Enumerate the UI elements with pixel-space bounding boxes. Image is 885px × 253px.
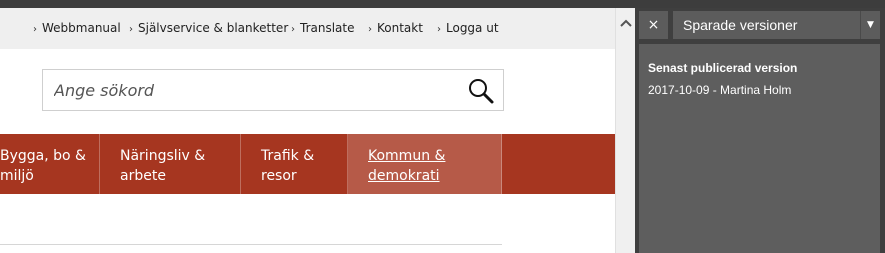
chevron-up-icon	[620, 19, 632, 27]
chevron-right-icon: ›	[437, 24, 441, 35]
close-button[interactable]: ×	[639, 11, 668, 39]
version-info-title: Senast publicerad version	[648, 61, 798, 75]
top-strip	[0, 0, 885, 8]
chevron-right-icon: ›	[368, 24, 372, 35]
content-divider	[0, 244, 502, 245]
main-nav-label: Näringsliv & arbete	[120, 148, 206, 184]
chevron-right-icon: ›	[291, 24, 295, 35]
main-nav-label: Bygga, bo & miljö	[0, 148, 86, 184]
main-nav-item-kommun[interactable]: Kommun & demokrati	[348, 134, 502, 194]
nav-link-label: Självservice & blanketter	[138, 21, 289, 35]
main-nav: Bygga, bo & miljö Näringsliv & arbete Tr…	[0, 134, 615, 194]
version-info-detail: 2017-10-09 - Martina Holm	[648, 83, 792, 97]
scroll-up-button[interactable]	[616, 8, 636, 36]
nav-link-sjalvservice[interactable]: › Självservice & blanketter	[129, 21, 288, 35]
nav-link-kontakt[interactable]: › Kontakt	[368, 21, 423, 35]
search-input[interactable]	[43, 70, 463, 110]
search-icon[interactable]	[467, 77, 495, 105]
versions-panel: × Sparade versioner ▼ Senast publicerad …	[635, 8, 885, 253]
main-nav-item-trafik[interactable]: Trafik & resor	[241, 134, 348, 194]
chevron-down-icon: ▼	[860, 11, 880, 39]
versions-select-value: Sparade versioner	[683, 17, 798, 33]
nav-link-translate[interactable]: › Translate	[291, 21, 355, 35]
nav-link-label: Logga ut	[446, 21, 499, 35]
nav-link-label: Translate	[300, 21, 355, 35]
search-box	[42, 69, 504, 111]
main-nav-item-naringsliv[interactable]: Näringsliv & arbete	[100, 134, 241, 194]
nav-link-webbmanual[interactable]: › Webbmanual	[33, 21, 121, 35]
nav-link-logga-ut[interactable]: › Logga ut	[437, 21, 499, 35]
chevron-right-icon: ›	[129, 24, 133, 35]
scrollbar[interactable]	[615, 8, 635, 253]
main-nav-label: Trafik & resor	[261, 148, 315, 184]
versions-select[interactable]: Sparade versioner ▼	[673, 11, 880, 39]
main-nav-item-bygga[interactable]: Bygga, bo & miljö	[0, 134, 100, 194]
utility-nav: › Webbmanual › Självservice & blanketter ›…	[0, 8, 615, 49]
main-nav-label: Kommun & demokrati	[368, 148, 446, 184]
version-info-card: Senast publicerad version 2017-10-09 - M…	[639, 44, 880, 253]
website-preview: › Webbmanual › Självservice & blanketter ›…	[0, 8, 615, 253]
nav-link-label: Webbmanual	[42, 21, 121, 35]
chevron-right-icon: ›	[33, 24, 37, 35]
nav-link-label: Kontakt	[377, 21, 423, 35]
